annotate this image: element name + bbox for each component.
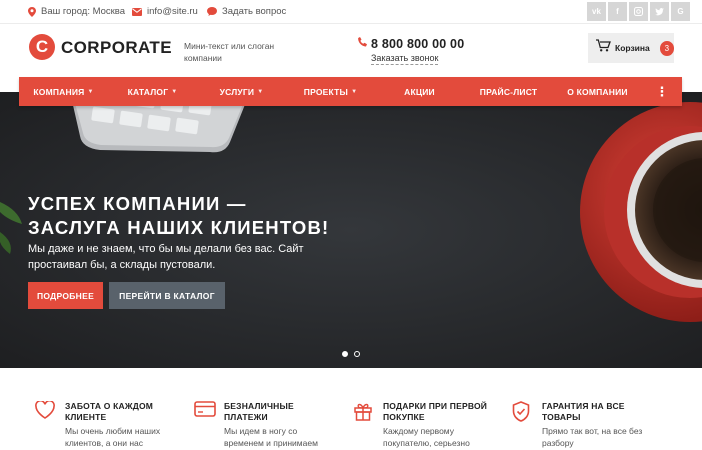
slider-dot-2[interactable]	[354, 351, 360, 357]
facebook-icon[interactable]: f	[608, 2, 627, 21]
nav-item-label: ПРАЙС-ЛИСТ	[479, 86, 538, 97]
nav-item-price-list[interactable]: ПРАЙС-ЛИСТ	[464, 77, 553, 106]
google-icon[interactable]: G	[671, 2, 690, 21]
nav-item-label: ПРОЕКТЫ	[303, 86, 349, 97]
email-label: info@site.ru	[147, 6, 198, 17]
ask-question-link[interactable]: Задать вопрос	[207, 6, 286, 17]
phone-icon	[358, 37, 367, 50]
cart-label: Корзина	[615, 43, 650, 53]
nav-item-about[interactable]: О КОМПАНИИ	[553, 77, 642, 106]
top-bar: Ваш город: Москва info@site.ru Задать во…	[0, 0, 702, 24]
nav-item-catalog[interactable]: КАТАЛОГ ▼	[108, 77, 197, 106]
cart-count-badge: 3	[659, 40, 674, 56]
nav-item-label: КАТАЛОГ	[127, 86, 169, 97]
credit-card-icon	[194, 401, 216, 423]
slider-dots	[342, 351, 360, 357]
nav-item-label: КОМПАНИЯ	[33, 86, 85, 97]
cart-button[interactable]: Корзина 3	[588, 33, 674, 63]
chevron-down-icon: ▼	[351, 88, 358, 95]
gift-icon	[353, 401, 375, 423]
more-menu-icon[interactable]: ⋮	[642, 77, 682, 106]
chat-bubble-icon	[207, 7, 217, 16]
logo-text[interactable]: CORPORATE	[61, 38, 172, 58]
feature-description: Прямо так вот, на все без разбору	[542, 426, 643, 448]
site-header: C CORPORATE Мини-текст или слоган компан…	[0, 25, 702, 76]
more-button[interactable]: ПОДРОБНЕЕ	[28, 282, 103, 309]
feature-description: Мы очень любим наших клиентов, а они нас	[65, 426, 161, 448]
nav-item-label: УСЛУГИ	[219, 86, 255, 97]
chevron-down-icon: ▼	[171, 88, 178, 95]
main-navigation: КОМПАНИЯ ▼ КАТАЛОГ ▼ УСЛУГИ ▼ ПРОЕКТЫ ▼ АКЦИ…	[19, 77, 682, 106]
chevron-down-icon: ▼	[87, 88, 94, 95]
nav-item-promotions[interactable]: АКЦИИ	[375, 77, 464, 106]
callback-link[interactable]: Заказать звонок	[371, 53, 439, 65]
twitter-icon[interactable]	[650, 2, 669, 21]
feature-description: Каждому первому покупателю, серьезно	[383, 426, 470, 448]
feature-title: БЕЗНАЛИЧНЫЕ ПЛАТЕЖИ	[224, 401, 294, 422]
go-to-catalog-button[interactable]: ПЕРЕЙТИ В КАТАЛОГ	[109, 282, 225, 309]
ask-question-label: Задать вопрос	[222, 6, 287, 17]
feature-title: ГАРАНТИЯ НА ВСЕ ТОВАРЫ	[542, 401, 625, 422]
hero-title-line-2: ЗАСЛУГА НАШИХ КЛИЕНТОВ!	[28, 217, 330, 238]
feature-description: Мы идем в ногу со временем и принимаем	[224, 426, 318, 448]
shield-check-icon	[512, 401, 534, 423]
logo-mark[interactable]: C	[29, 34, 55, 60]
hero-title-line-1: УСПЕХ КОМПАНИИ —	[28, 193, 247, 214]
instagram-icon[interactable]	[629, 2, 648, 21]
nav-item-company[interactable]: КОМПАНИЯ ▼	[19, 77, 108, 106]
nav-item-projects[interactable]: ПРОЕКТЫ ▼	[286, 77, 375, 106]
city-label: Ваш город: Москва	[41, 6, 126, 17]
nav-item-label: АКЦИИ	[404, 86, 435, 97]
feature-title: ПОДАРКИ ПРИ ПЕРВОЙ ПОКУПКЕ	[383, 401, 488, 422]
heart-icon	[35, 399, 57, 423]
nav-item-services[interactable]: УСЛУГИ ▼	[197, 77, 286, 106]
city-selector[interactable]: Ваш город: Москва	[28, 6, 125, 17]
vk-icon[interactable]: vk	[587, 2, 606, 21]
hero-slider: УСПЕХ КОМПАНИИ — ЗАСЛУГА НАШИХ КЛИЕНТОВ!…	[0, 92, 702, 368]
chevron-down-icon: ▼	[257, 88, 264, 95]
hero-title: УСПЕХ КОМПАНИИ — ЗАСЛУГА НАШИХ КЛИЕНТОВ!	[28, 192, 329, 240]
features-section: ЗАБОТА О КАЖДОМ КЛИЕНТЕ Мы очень любим н…	[0, 368, 702, 450]
hero-description: Мы даже и не знаем, что бы мы делали без…	[28, 243, 304, 271]
slider-dot-1[interactable]	[342, 351, 348, 357]
envelope-icon	[132, 7, 142, 16]
social-links: vk f G	[587, 2, 690, 21]
slogan: Мини-текст или слоган компании	[184, 41, 275, 63]
email-link[interactable]: info@site.ru	[132, 6, 198, 17]
phone-number[interactable]: 8 800 800 00 00	[371, 37, 464, 51]
cart-icon	[596, 39, 611, 57]
feature-title: ЗАБОТА О КАЖДОМ КЛИЕНТЕ	[65, 401, 154, 422]
nav-item-label: О КОМПАНИИ	[567, 86, 628, 97]
location-pin-icon	[28, 6, 36, 17]
